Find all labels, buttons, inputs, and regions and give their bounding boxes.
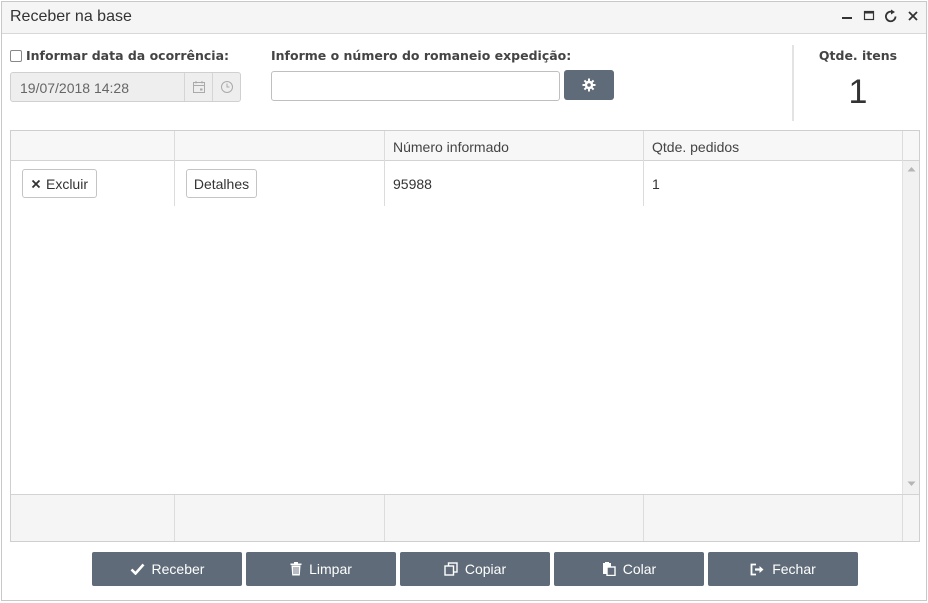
numero-cell: 95988 <box>393 176 432 192</box>
romaneio-label: Informe o número do romaneio expedição: <box>271 48 572 63</box>
column-divider <box>384 495 385 541</box>
clear-button[interactable]: Limpar <box>246 552 396 586</box>
date-occurrence-checkbox[interactable]: Informar data da ocorrência: <box>10 48 229 63</box>
column-divider <box>902 131 903 161</box>
paste-label: Colar <box>622 561 657 577</box>
grid-scrollbar[interactable] <box>902 161 919 495</box>
clock-icon <box>212 73 240 101</box>
column-divider <box>643 495 644 541</box>
romaneio-search-button[interactable] <box>564 70 614 100</box>
sign-out-icon <box>750 563 764 575</box>
paste-icon <box>602 562 616 576</box>
grid-footer <box>11 494 919 541</box>
table-row: Excluir Detalhes 95988 1 <box>11 161 903 206</box>
column-divider <box>902 495 903 541</box>
items-count-label: Qtde. itens <box>818 48 898 63</box>
title-bar: Receber na base <box>2 2 926 34</box>
action-bar: Receber Limpar Copiar Colar Fechar <box>92 552 858 586</box>
column-header-qtde-pedidos[interactable]: Qtde. pedidos <box>652 139 739 155</box>
copy-label: Copiar <box>464 561 507 577</box>
delete-row-label: Excluir <box>45 175 88 192</box>
grid-header: Número informado Qtde. pedidos <box>11 131 919 161</box>
clear-label: Limpar <box>309 561 352 577</box>
close-icon[interactable] <box>906 8 920 24</box>
copy-button[interactable]: Copiar <box>400 552 550 586</box>
romaneio-grid: Número informado Qtde. pedidos Excluir D… <box>10 130 920 542</box>
details-button[interactable]: Detalhes <box>186 169 257 198</box>
copy-icon <box>444 562 458 576</box>
refresh-icon[interactable] <box>884 8 898 24</box>
checkbox-box[interactable] <box>10 49 22 62</box>
items-count-value: 1 <box>848 73 868 111</box>
maximize-icon[interactable] <box>862 8 876 24</box>
details-label: Detalhes <box>193 175 250 192</box>
paste-button[interactable]: Colar <box>554 552 704 586</box>
column-divider <box>174 495 175 541</box>
date-occurrence-label: Informar data da ocorrência: <box>26 48 230 63</box>
receive-button[interactable]: Receber <box>92 552 242 586</box>
calendar-icon <box>184 73 212 101</box>
delete-row-button[interactable]: Excluir <box>22 169 97 198</box>
close-button[interactable]: Fechar <box>708 552 858 586</box>
items-count-panel: Qtde. itens 1 <box>792 45 922 121</box>
check-icon <box>130 563 145 575</box>
dialog-window: Receber na base Informar data da ocorrên… <box>1 1 927 601</box>
romaneio-input[interactable] <box>271 71 560 101</box>
date-time-value: 19/07/2018 14:28 <box>20 80 129 96</box>
window-title: Receber na base <box>10 8 132 25</box>
scroll-down-icon[interactable] <box>907 481 916 487</box>
qtde-pedidos-cell: 1 <box>652 176 660 192</box>
date-time-field: 19/07/2018 14:28 <box>10 72 241 102</box>
column-header-numero[interactable]: Número informado <box>393 139 509 155</box>
gear-icon <box>582 78 596 92</box>
close-icon <box>31 179 41 188</box>
close-label: Fechar <box>772 561 816 577</box>
window-controls <box>840 8 920 24</box>
scroll-up-icon[interactable] <box>907 166 916 172</box>
minimize-icon[interactable] <box>840 8 854 24</box>
receive-label: Receber <box>151 561 205 577</box>
trash-icon <box>290 562 302 576</box>
